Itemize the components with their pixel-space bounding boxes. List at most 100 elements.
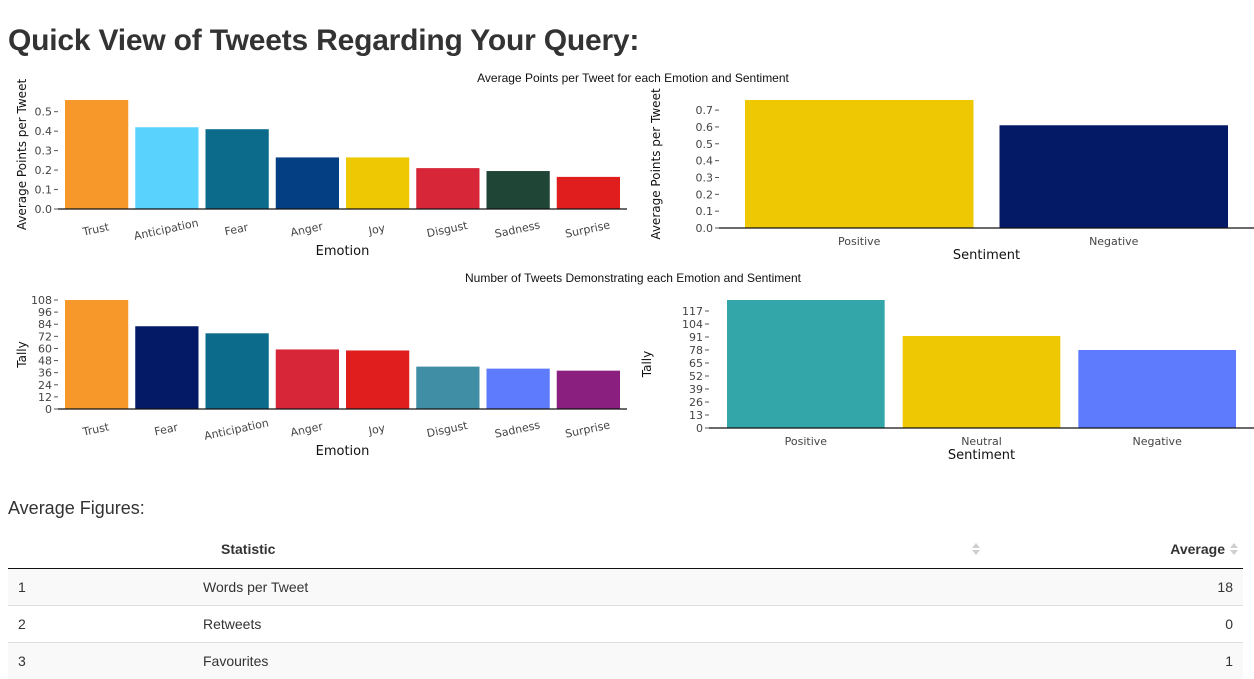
y-tick-label: 12 xyxy=(38,391,52,404)
row-statistic: Favourites xyxy=(193,643,795,679)
x-tick-label: Fear xyxy=(153,421,179,439)
statistic-header-label: Statistic xyxy=(221,541,275,557)
x-axis-title: Sentiment xyxy=(948,448,1015,463)
bar-neutral[interactable] xyxy=(903,336,1061,428)
average-column-header[interactable]: Average xyxy=(795,530,1243,569)
statistic-column-header[interactable]: Statistic xyxy=(193,530,795,569)
y-tick-label: 91 xyxy=(689,331,703,344)
y-tick-label: 0.6 xyxy=(696,121,714,134)
y-axis-title: Average Points per Tweet xyxy=(15,79,29,231)
bar-anger[interactable] xyxy=(276,349,339,409)
y-tick-label: 104 xyxy=(682,318,703,331)
count-emotion-chart: 01224364860728496108TrustFearAnticipatio… xyxy=(0,290,630,465)
y-tick-label: 39 xyxy=(689,383,703,396)
bar-trust[interactable] xyxy=(65,100,128,209)
y-tick-label: 13 xyxy=(689,409,703,422)
bar-joy[interactable] xyxy=(346,157,409,209)
table-row[interactable]: 2 Retweets 0 xyxy=(8,606,1243,643)
y-tick-label: 0.3 xyxy=(35,145,53,158)
bar-surprise[interactable] xyxy=(557,177,620,209)
bar-sadness[interactable] xyxy=(487,369,550,409)
x-tick-label: Joy xyxy=(367,421,387,437)
x-tick-label: Negative xyxy=(1132,435,1182,448)
bar-anticipation[interactable] xyxy=(135,127,198,209)
x-tick-label: Anticipation xyxy=(203,416,270,442)
table-header-row: Statistic Average xyxy=(8,530,1243,569)
x-tick-label: Trust xyxy=(81,420,111,439)
y-tick-label: 78 xyxy=(689,344,703,357)
y-tick-label: 117 xyxy=(682,305,703,318)
y-tick-label: 0.7 xyxy=(696,104,714,117)
y-tick-label: 0.2 xyxy=(696,188,714,201)
y-axis-title: Tally xyxy=(640,351,654,378)
y-tick-label: 0.3 xyxy=(696,171,714,184)
x-tick-label: Anger xyxy=(289,420,324,440)
bar-joy[interactable] xyxy=(346,350,409,409)
y-tick-label: 24 xyxy=(38,379,52,392)
x-tick-label: Positive xyxy=(785,435,828,448)
x-tick-label: Anticipation xyxy=(133,216,200,242)
bar-fear[interactable] xyxy=(206,129,269,209)
bar-negative[interactable] xyxy=(1078,350,1236,428)
avg-sentiment-chart: 0.00.10.20.30.40.50.60.7PositiveNegative… xyxy=(634,90,1254,265)
average-figures-title: Average Figures: xyxy=(8,498,145,519)
avg-charts-caption: Average Points per Tweet for each Emotio… xyxy=(0,71,1254,85)
y-tick-label: 0.1 xyxy=(35,184,53,197)
y-tick-label: 108 xyxy=(31,294,52,307)
bar-disgust[interactable] xyxy=(416,168,479,209)
y-tick-label: 26 xyxy=(689,396,703,409)
y-tick-label: 0.5 xyxy=(696,138,714,151)
y-tick-label: 96 xyxy=(38,306,52,319)
bar-anger[interactable] xyxy=(276,157,339,209)
y-tick-label: 0.1 xyxy=(696,205,714,218)
y-tick-label: 48 xyxy=(38,355,52,368)
y-tick-label: 52 xyxy=(689,370,703,383)
x-tick-label: Joy xyxy=(367,221,387,237)
row-index: 2 xyxy=(8,606,193,643)
count-sentiment-chart: 013263952657891104117PositiveNeutralNega… xyxy=(634,290,1254,465)
table-row[interactable]: 1 Words per Tweet 18 xyxy=(8,569,1243,606)
y-tick-label: 36 xyxy=(38,367,52,380)
table-row[interactable]: 3 Favourites 1 xyxy=(8,643,1243,679)
y-tick-label: 0.0 xyxy=(35,203,53,216)
bar-trust[interactable] xyxy=(65,300,128,409)
page-title: Quick View of Tweets Regarding Your Quer… xyxy=(8,24,639,58)
row-average: 18 xyxy=(795,569,1243,606)
row-index: 1 xyxy=(8,569,193,606)
x-tick-label: Negative xyxy=(1089,235,1139,248)
y-tick-label: 72 xyxy=(38,330,52,343)
bar-surprise[interactable] xyxy=(557,371,620,409)
sort-arrows-icon[interactable] xyxy=(1229,542,1239,556)
y-axis-title: Tally xyxy=(15,341,29,368)
y-tick-label: 0.5 xyxy=(35,106,53,119)
average-figures-table: Statistic Average 1 Words per Tweet 18 2… xyxy=(8,530,1243,679)
x-tick-label: Disgust xyxy=(426,419,470,440)
row-statistic: Words per Tweet xyxy=(193,569,795,606)
x-tick-label: Sadness xyxy=(494,218,542,240)
y-tick-label: 0.2 xyxy=(35,164,53,177)
row-statistic: Retweets xyxy=(193,606,795,643)
bar-anticipation[interactable] xyxy=(206,333,269,409)
x-tick-label: Surprise xyxy=(564,418,611,440)
bar-sadness[interactable] xyxy=(487,171,550,209)
y-axis-title: Average Points per Tweet xyxy=(649,88,663,240)
x-axis-title: Sentiment xyxy=(953,248,1020,263)
bar-positive[interactable] xyxy=(745,100,974,228)
bar-fear[interactable] xyxy=(135,326,198,409)
x-tick-label: Anger xyxy=(289,220,324,240)
x-tick-label: Surprise xyxy=(564,218,611,240)
x-axis-title: Emotion xyxy=(316,444,370,459)
row-average: 1 xyxy=(795,643,1243,679)
bar-positive[interactable] xyxy=(727,300,885,428)
row-index: 3 xyxy=(8,643,193,679)
y-tick-label: 0 xyxy=(45,403,52,416)
bar-disgust[interactable] xyxy=(416,367,479,409)
x-axis-title: Emotion xyxy=(316,244,370,259)
bar-negative[interactable] xyxy=(1000,125,1229,228)
y-tick-label: 0.4 xyxy=(35,125,53,138)
y-tick-label: 60 xyxy=(38,342,52,355)
y-tick-label: 0.4 xyxy=(696,155,714,168)
x-tick-label: Sadness xyxy=(494,418,542,440)
y-tick-label: 0 xyxy=(696,422,703,435)
x-tick-label: Disgust xyxy=(426,219,470,240)
